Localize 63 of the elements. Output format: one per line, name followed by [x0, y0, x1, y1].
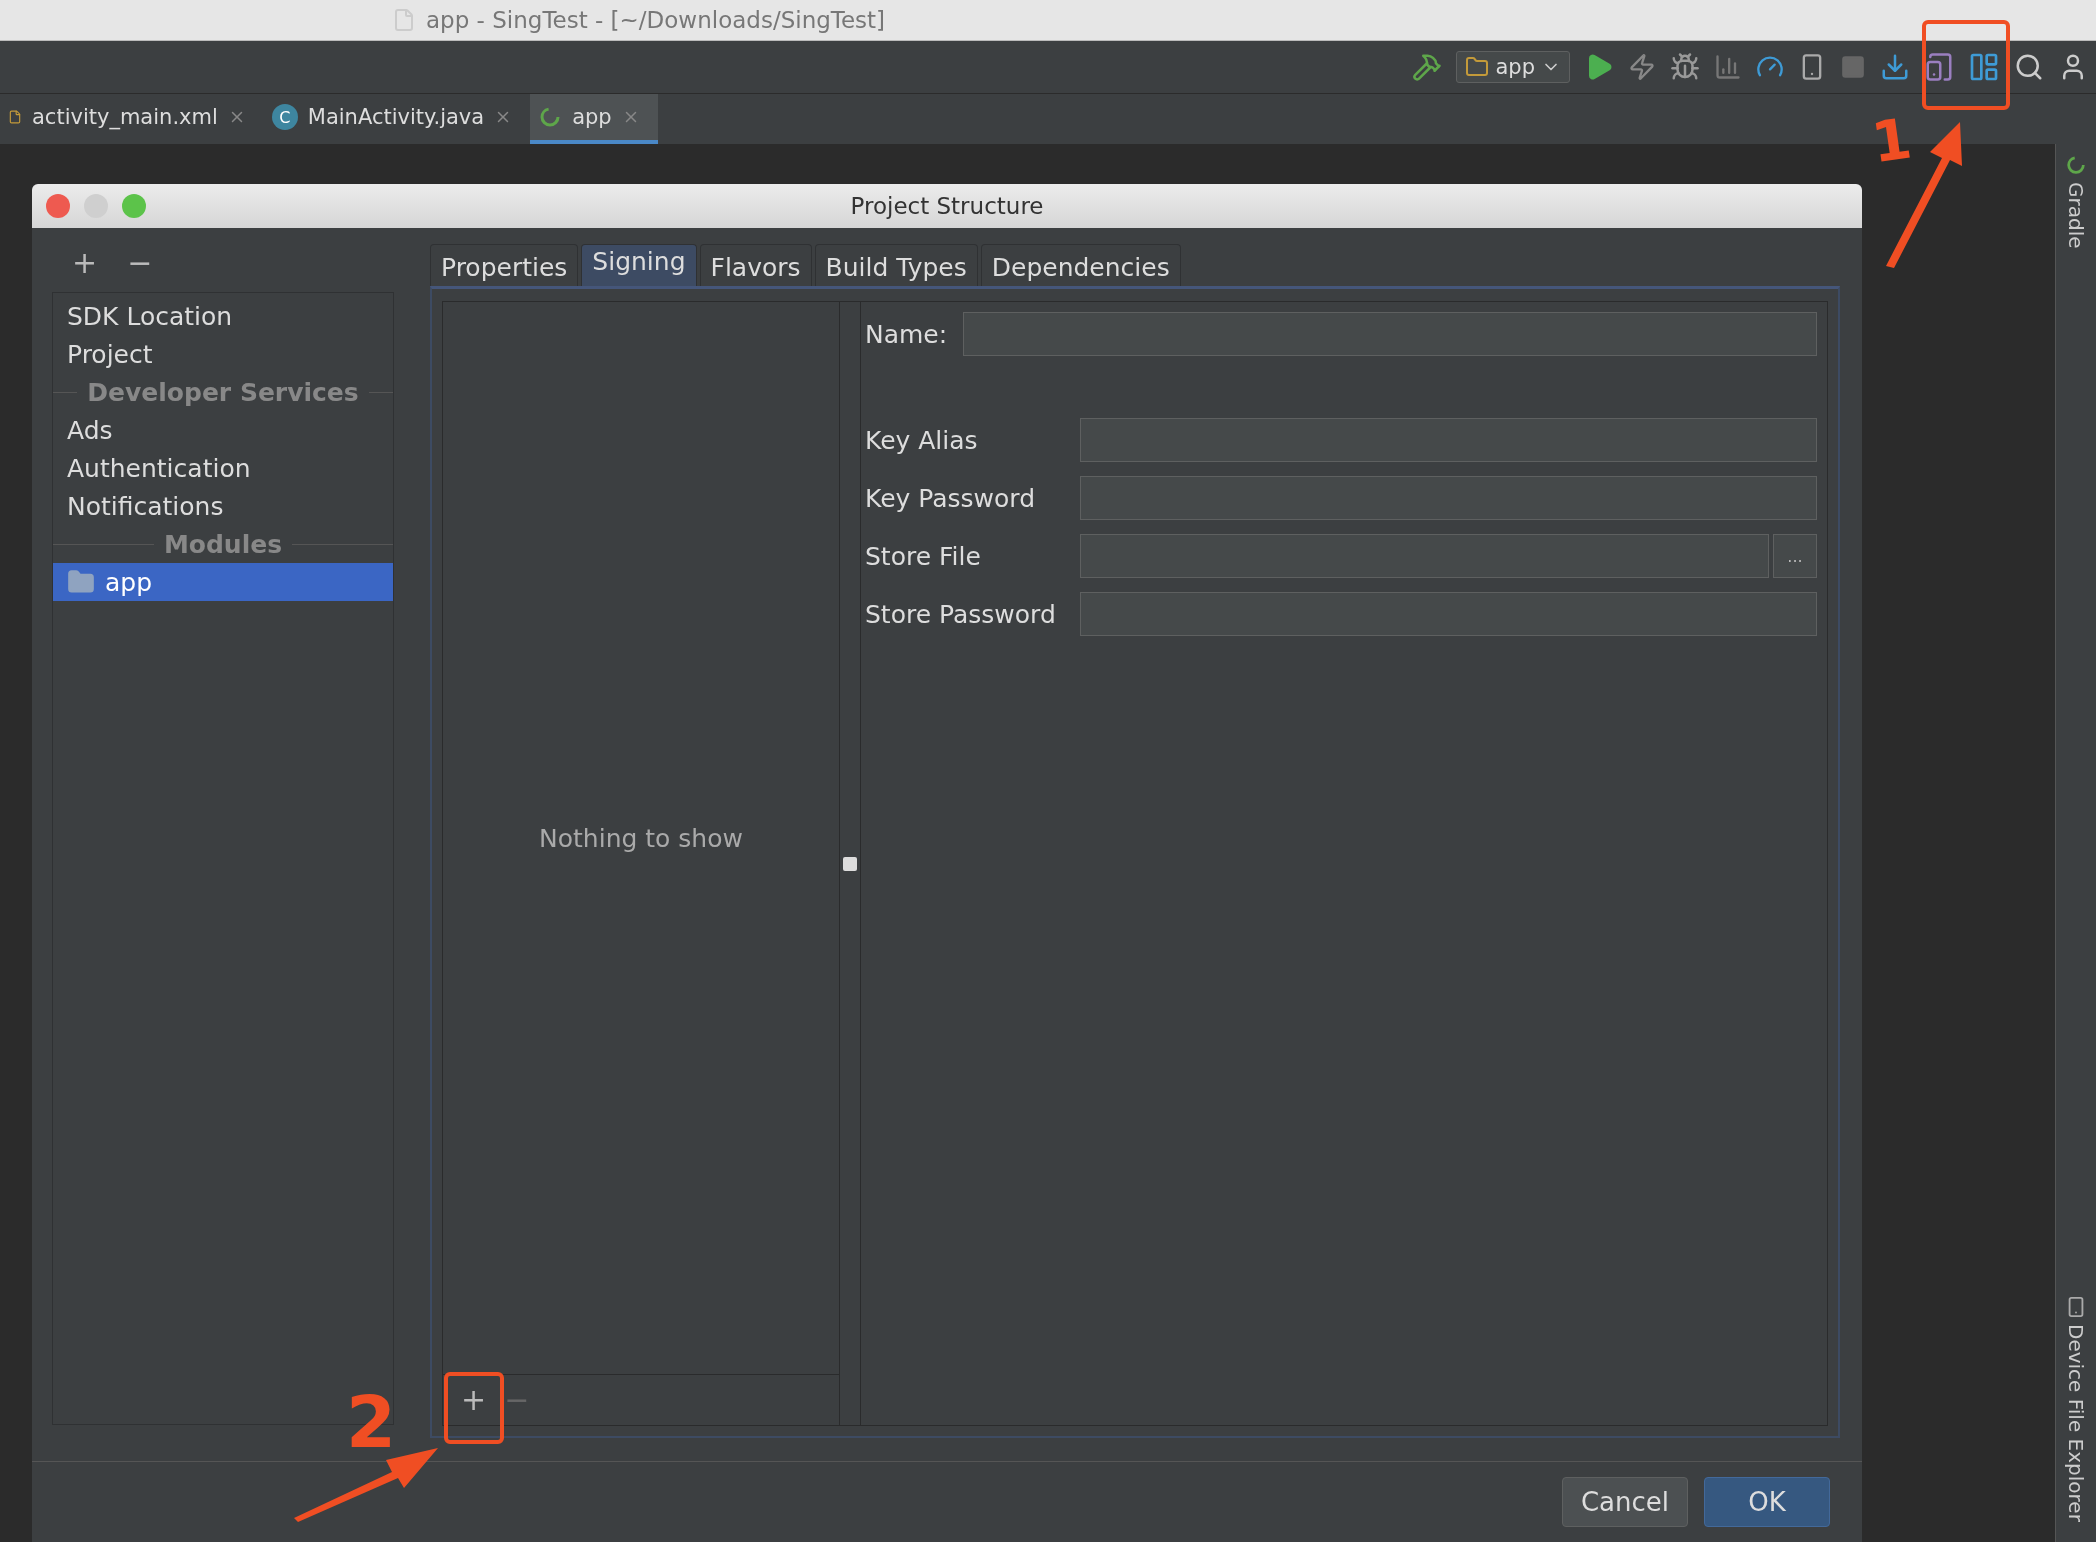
tab-label: activity_main.xml [32, 105, 218, 129]
cancel-button[interactable]: Cancel [1562, 1477, 1688, 1527]
zoom-light[interactable] [122, 194, 146, 218]
field-label: Name: [865, 319, 949, 349]
section-header: Modules [163, 529, 283, 559]
dialog-tab[interactable]: Build Types [814, 244, 978, 286]
add-config-button[interactable]: + [457, 1385, 491, 1415]
field-label: Store Password [865, 599, 1057, 629]
section-header: Developer Services [87, 377, 359, 407]
annotation-number: 2 [346, 1380, 397, 1464]
input-field[interactable] [1080, 592, 1817, 636]
dialog-title: Project Structure [849, 193, 1045, 219]
lightning-icon[interactable] [1628, 53, 1656, 81]
run-config-dropdown[interactable]: app [1456, 51, 1570, 83]
document-icon [392, 8, 416, 32]
gradle-icon [2065, 154, 2087, 176]
ok-button[interactable]: OK [1704, 1477, 1830, 1527]
annotation-number: 1 [1867, 105, 1916, 176]
run-config-label: app [1495, 55, 1535, 79]
field-label: Store File [865, 541, 982, 571]
sidebar-item[interactable]: SDK Location [53, 297, 393, 335]
tab-label: app [572, 105, 612, 129]
sidebar-item[interactable]: Notifications [53, 487, 393, 525]
input-field[interactable] [963, 312, 1817, 356]
remove-button[interactable]: − [123, 248, 157, 278]
dialog-tab[interactable]: Flavors [699, 244, 812, 286]
input-field[interactable] [1080, 476, 1817, 520]
browse-button[interactable]: ... [1773, 534, 1817, 578]
class-icon: C [271, 104, 298, 130]
window-title: app - SingTest - [~/Downloads/SingTest] [426, 7, 886, 33]
tool-window-tab[interactable]: Gradle [2064, 182, 2088, 249]
dialog-tab[interactable]: Signing [581, 244, 697, 286]
dialog-tab[interactable]: Dependencies [980, 244, 1181, 286]
tab-label: MainActivity.java [307, 105, 485, 129]
editor-tab[interactable]: C MainActivity.java [263, 94, 531, 144]
field-label: Key Alias [865, 425, 979, 455]
sidebar-item[interactable]: Authentication [53, 449, 393, 487]
chart-icon[interactable] [1714, 53, 1742, 81]
editor-tab[interactable]: activity_main.xml [0, 94, 264, 144]
download-icon[interactable] [1880, 52, 1910, 82]
splitter-handle[interactable] [843, 856, 857, 871]
tool-window-tab[interactable]: Device File Explorer [2064, 1324, 2088, 1522]
input-field[interactable] [1080, 418, 1817, 462]
editor-tab[interactable]: app [530, 94, 658, 144]
project-structure-icon[interactable] [1968, 51, 2000, 83]
file-icon [8, 110, 22, 124]
close-light[interactable] [46, 194, 70, 218]
add-button[interactable]: + [68, 248, 102, 278]
debug-icon[interactable] [1670, 52, 1700, 82]
input-field[interactable] [1080, 534, 1769, 578]
field-label: Key Password [865, 483, 1037, 513]
highlight-frame [444, 1372, 504, 1444]
dialog-tab[interactable]: Properties [430, 244, 579, 286]
module-folder-icon [67, 568, 95, 596]
sidebar-item[interactable]: Project [53, 335, 393, 373]
folder-icon [1465, 55, 1490, 79]
empty-message: Nothing to show [539, 823, 743, 853]
hammer-icon[interactable] [1412, 52, 1443, 82]
device-icon[interactable] [1924, 52, 1954, 82]
stop-icon[interactable] [1840, 54, 1866, 80]
sidebar-item[interactable]: Ads [53, 411, 393, 449]
sidebar-item[interactable]: app [53, 563, 393, 601]
search-icon[interactable] [2014, 52, 2044, 82]
